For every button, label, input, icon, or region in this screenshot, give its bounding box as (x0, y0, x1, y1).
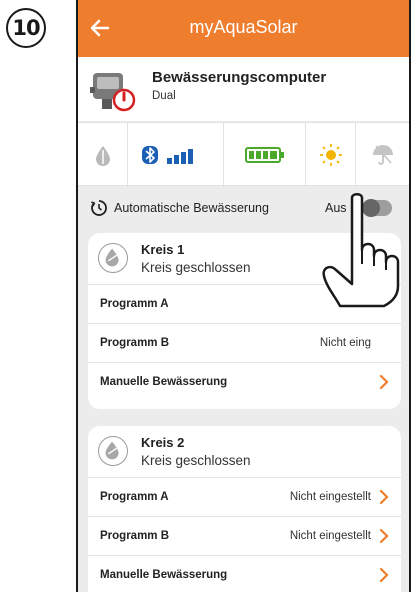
battery-full-icon (244, 147, 284, 163)
row-label: Programm A (100, 491, 169, 503)
program-a-row[interactable]: Programm A Nicht eingestellt (88, 478, 401, 517)
circuit-state: Kreis geschlossen (141, 453, 251, 468)
circuit-card-2: Kreis 2 Kreis geschlossen Programm A Nic… (88, 426, 401, 592)
row-label: Programm A (100, 298, 169, 310)
circuit-header[interactable]: Kreis 2 Kreis geschlossen (88, 426, 401, 478)
row-label: Manuelle Bewässerung (100, 376, 228, 388)
row-label: Manuelle Bewässerung (100, 569, 228, 581)
circuit-name: Kreis 2 (141, 435, 185, 450)
device-type: Dual (152, 90, 176, 102)
status-cell-connection (128, 123, 224, 187)
program-b-row[interactable]: Programm B Nicht eingestellt (88, 517, 401, 556)
pointing-hand-icon (322, 193, 400, 308)
status-cell-rain (356, 123, 409, 187)
umbrella-rain-icon (372, 145, 393, 165)
manual-irrigation-row[interactable]: Manuelle Bewässerung (88, 363, 401, 402)
irrigation-computer-icon (90, 73, 136, 112)
chevron-right-icon (379, 374, 389, 390)
automatic-irrigation-label: Automatische Bewässerung (114, 201, 269, 215)
row-value: Nicht eingestellt (289, 491, 371, 503)
water-drop-icon (98, 436, 128, 466)
timer-icon (91, 200, 107, 216)
row-value: Nicht eing (319, 337, 371, 349)
sun-icon (319, 144, 342, 166)
row-label: Programm B (100, 530, 170, 542)
bluetooth-signal-icon (141, 146, 193, 164)
instruction-figure: 10 myAquaSolar Bewässerungscomputer Dual (0, 0, 414, 592)
circuit-name: Kreis 1 (141, 242, 185, 257)
status-cell-water (78, 123, 128, 187)
water-drop-icon (98, 243, 128, 273)
app-title: myAquaSolar (189, 17, 298, 37)
step-number-badge: 10 (6, 8, 46, 48)
status-bar (78, 122, 409, 187)
chevron-right-icon (379, 489, 389, 505)
device-name: Bewässerungscomputer (152, 69, 327, 86)
chevron-right-icon (379, 528, 389, 544)
manual-irrigation-row[interactable]: Manuelle Bewässerung (88, 556, 401, 592)
water-drop-icon (95, 146, 110, 166)
app-bar: myAquaSolar (78, 0, 409, 57)
device-header[interactable]: Bewässerungscomputer Dual (78, 57, 409, 121)
status-cell-sun (306, 123, 356, 187)
chevron-right-icon (379, 567, 389, 583)
status-cell-battery (224, 123, 306, 187)
circuit-state: Kreis geschlossen (141, 260, 251, 275)
row-label: Programm B (100, 337, 170, 349)
row-value: Nicht eingestellt (289, 530, 371, 542)
program-b-row[interactable]: Programm B Nicht eing (88, 324, 401, 363)
